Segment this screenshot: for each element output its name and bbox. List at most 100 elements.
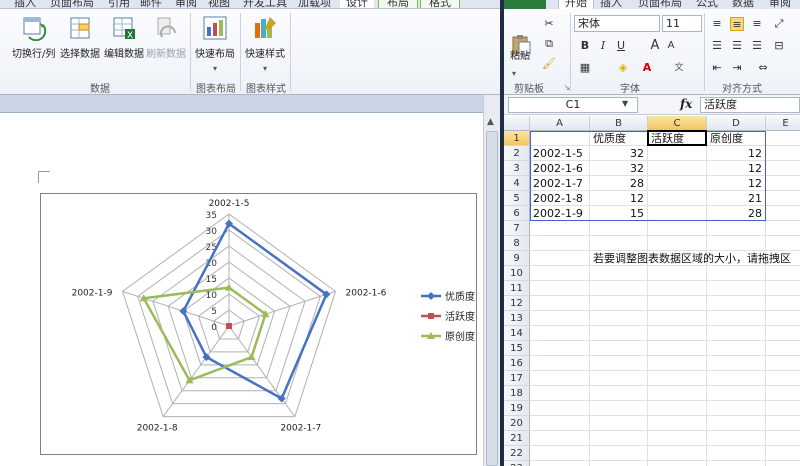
cell-e15[interactable] — [766, 341, 800, 356]
cell-e10[interactable] — [766, 266, 800, 281]
row-header-3[interactable]: 3 — [504, 161, 530, 176]
tab-data[interactable]: 数据 — [732, 0, 754, 9]
spreadsheet-grid[interactable]: A B C D E 1 优质度 活跃度 原创度 2 2002-1-5 32 12 3 2002-1-6 32 1… — [504, 116, 800, 466]
paste-button-label[interactable]: 粘贴 — [510, 47, 530, 62]
row-header-16[interactable]: 16 — [504, 356, 530, 371]
tab-insert[interactable]: 插入 — [600, 0, 622, 9]
document-page[interactable]: 0 5 10 15 20 25 30 35 2002-1-5 2002-1-6 2002-1-7 20… — [0, 113, 483, 466]
align-top-icon[interactable]: ≡ — [710, 17, 724, 31]
cell-a8[interactable] — [530, 236, 590, 251]
cell-c2[interactable] — [648, 146, 707, 161]
cell-e7[interactable] — [766, 221, 800, 236]
cell-b3[interactable]: 32 — [590, 161, 648, 176]
cell-b11[interactable] — [590, 281, 648, 296]
cell-b6[interactable]: 15 — [590, 206, 648, 221]
cell-e17[interactable] — [766, 371, 800, 386]
fill-color-icon[interactable]: ◈ — [616, 61, 630, 75]
cell-d23[interactable] — [707, 461, 766, 466]
column-header-c[interactable]: C — [648, 116, 707, 131]
cell-e18[interactable] — [766, 386, 800, 401]
cell-d19[interactable] — [707, 401, 766, 416]
cell-c18[interactable] — [648, 386, 707, 401]
cell-b5[interactable]: 12 — [590, 191, 648, 206]
cell-b15[interactable] — [590, 341, 648, 356]
cell-b8[interactable] — [590, 236, 648, 251]
row-header-8[interactable]: 8 — [504, 236, 530, 251]
row-header-19[interactable]: 19 — [504, 401, 530, 416]
cell-b1[interactable]: 优质度 — [590, 131, 648, 146]
tab-formulas[interactable]: 公式 — [696, 0, 718, 9]
cell-d17[interactable] — [707, 371, 766, 386]
cell-b23[interactable] — [590, 461, 648, 466]
cell-c20[interactable] — [648, 416, 707, 431]
cell-d22[interactable] — [707, 446, 766, 461]
cell-a19[interactable] — [530, 401, 590, 416]
cell-a5[interactable]: 2002-1-8 — [530, 191, 590, 206]
cell-b16[interactable] — [590, 356, 648, 371]
paste-dropdown-icon[interactable]: ▾ — [512, 69, 516, 78]
cell-b2[interactable]: 32 — [590, 146, 648, 161]
row-header-12[interactable]: 12 — [504, 296, 530, 311]
column-header-a[interactable]: A — [530, 116, 590, 131]
cell-b17[interactable] — [590, 371, 648, 386]
row-header-17[interactable]: 17 — [504, 371, 530, 386]
cell-d2[interactable]: 12 — [707, 146, 766, 161]
cell-c6[interactable] — [648, 206, 707, 221]
radar-chart[interactable]: 0 5 10 15 20 25 30 35 2002-1-5 2002-1-6 2002-1-7 20… — [40, 193, 477, 455]
cell-b22[interactable] — [590, 446, 648, 461]
dialog-launcher-icon[interactable]: ↘ — [560, 81, 574, 95]
cell-d3[interactable]: 12 — [707, 161, 766, 176]
cell-a2[interactable]: 2002-1-5 — [530, 146, 590, 161]
formula-input[interactable]: 活跃度 — [700, 97, 800, 113]
row-header-10[interactable]: 10 — [504, 266, 530, 281]
cell-a17[interactable] — [530, 371, 590, 386]
tab-developer[interactable]: 开发工具 — [243, 0, 287, 8]
tab-page-layout[interactable]: 页面布局 — [50, 0, 94, 8]
cell-d14[interactable] — [707, 326, 766, 341]
underline-icon[interactable]: U — [614, 39, 628, 53]
cell-d16[interactable] — [707, 356, 766, 371]
cell-b19[interactable] — [590, 401, 648, 416]
cell-a11[interactable] — [530, 281, 590, 296]
cell-c10[interactable] — [648, 266, 707, 281]
row-header-14[interactable]: 14 — [504, 326, 530, 341]
cell-e13[interactable] — [766, 311, 800, 326]
cell-c15[interactable] — [648, 341, 707, 356]
cell-e22[interactable] — [766, 446, 800, 461]
cell-a21[interactable] — [530, 431, 590, 446]
grow-font-icon[interactable]: A — [648, 39, 662, 53]
font-color-icon[interactable]: A — [640, 61, 654, 75]
cell-d1[interactable]: 原创度 — [707, 131, 766, 146]
cut-icon[interactable]: ✂ — [542, 17, 556, 31]
cell-e5[interactable] — [766, 191, 800, 206]
row-header-20[interactable]: 20 — [504, 416, 530, 431]
cell-d20[interactable] — [707, 416, 766, 431]
row-header-7[interactable]: 7 — [504, 221, 530, 236]
row-header-2[interactable]: 2 — [504, 146, 530, 161]
column-header-e[interactable]: E — [766, 116, 800, 131]
cell-b10[interactable] — [590, 266, 648, 281]
cell-c11[interactable] — [648, 281, 707, 296]
tab-file[interactable] — [504, 0, 546, 9]
cell-d21[interactable] — [707, 431, 766, 446]
increase-indent-icon[interactable]: ⇥ — [730, 61, 744, 75]
cell-b20[interactable] — [590, 416, 648, 431]
cell-a7[interactable] — [530, 221, 590, 236]
cell-e21[interactable] — [766, 431, 800, 446]
cell-a3[interactable]: 2002-1-6 — [530, 161, 590, 176]
cell-a15[interactable] — [530, 341, 590, 356]
cell-b12[interactable] — [590, 296, 648, 311]
select-all-corner[interactable] — [504, 116, 530, 131]
cell-d13[interactable] — [707, 311, 766, 326]
cell-a10[interactable] — [530, 266, 590, 281]
cell-a23[interactable] — [530, 461, 590, 466]
cell-e23[interactable] — [766, 461, 800, 466]
row-header-21[interactable]: 21 — [504, 431, 530, 446]
cell-e3[interactable] — [766, 161, 800, 176]
font-size-box[interactable]: 11 — [662, 15, 702, 32]
cell-d15[interactable] — [707, 341, 766, 356]
align-center-icon[interactable]: ☰ — [730, 39, 744, 53]
quick-styles-button[interactable]: 快速样式 ▾ — [245, 15, 285, 73]
row-header-13[interactable]: 13 — [504, 311, 530, 326]
cell-e11[interactable] — [766, 281, 800, 296]
